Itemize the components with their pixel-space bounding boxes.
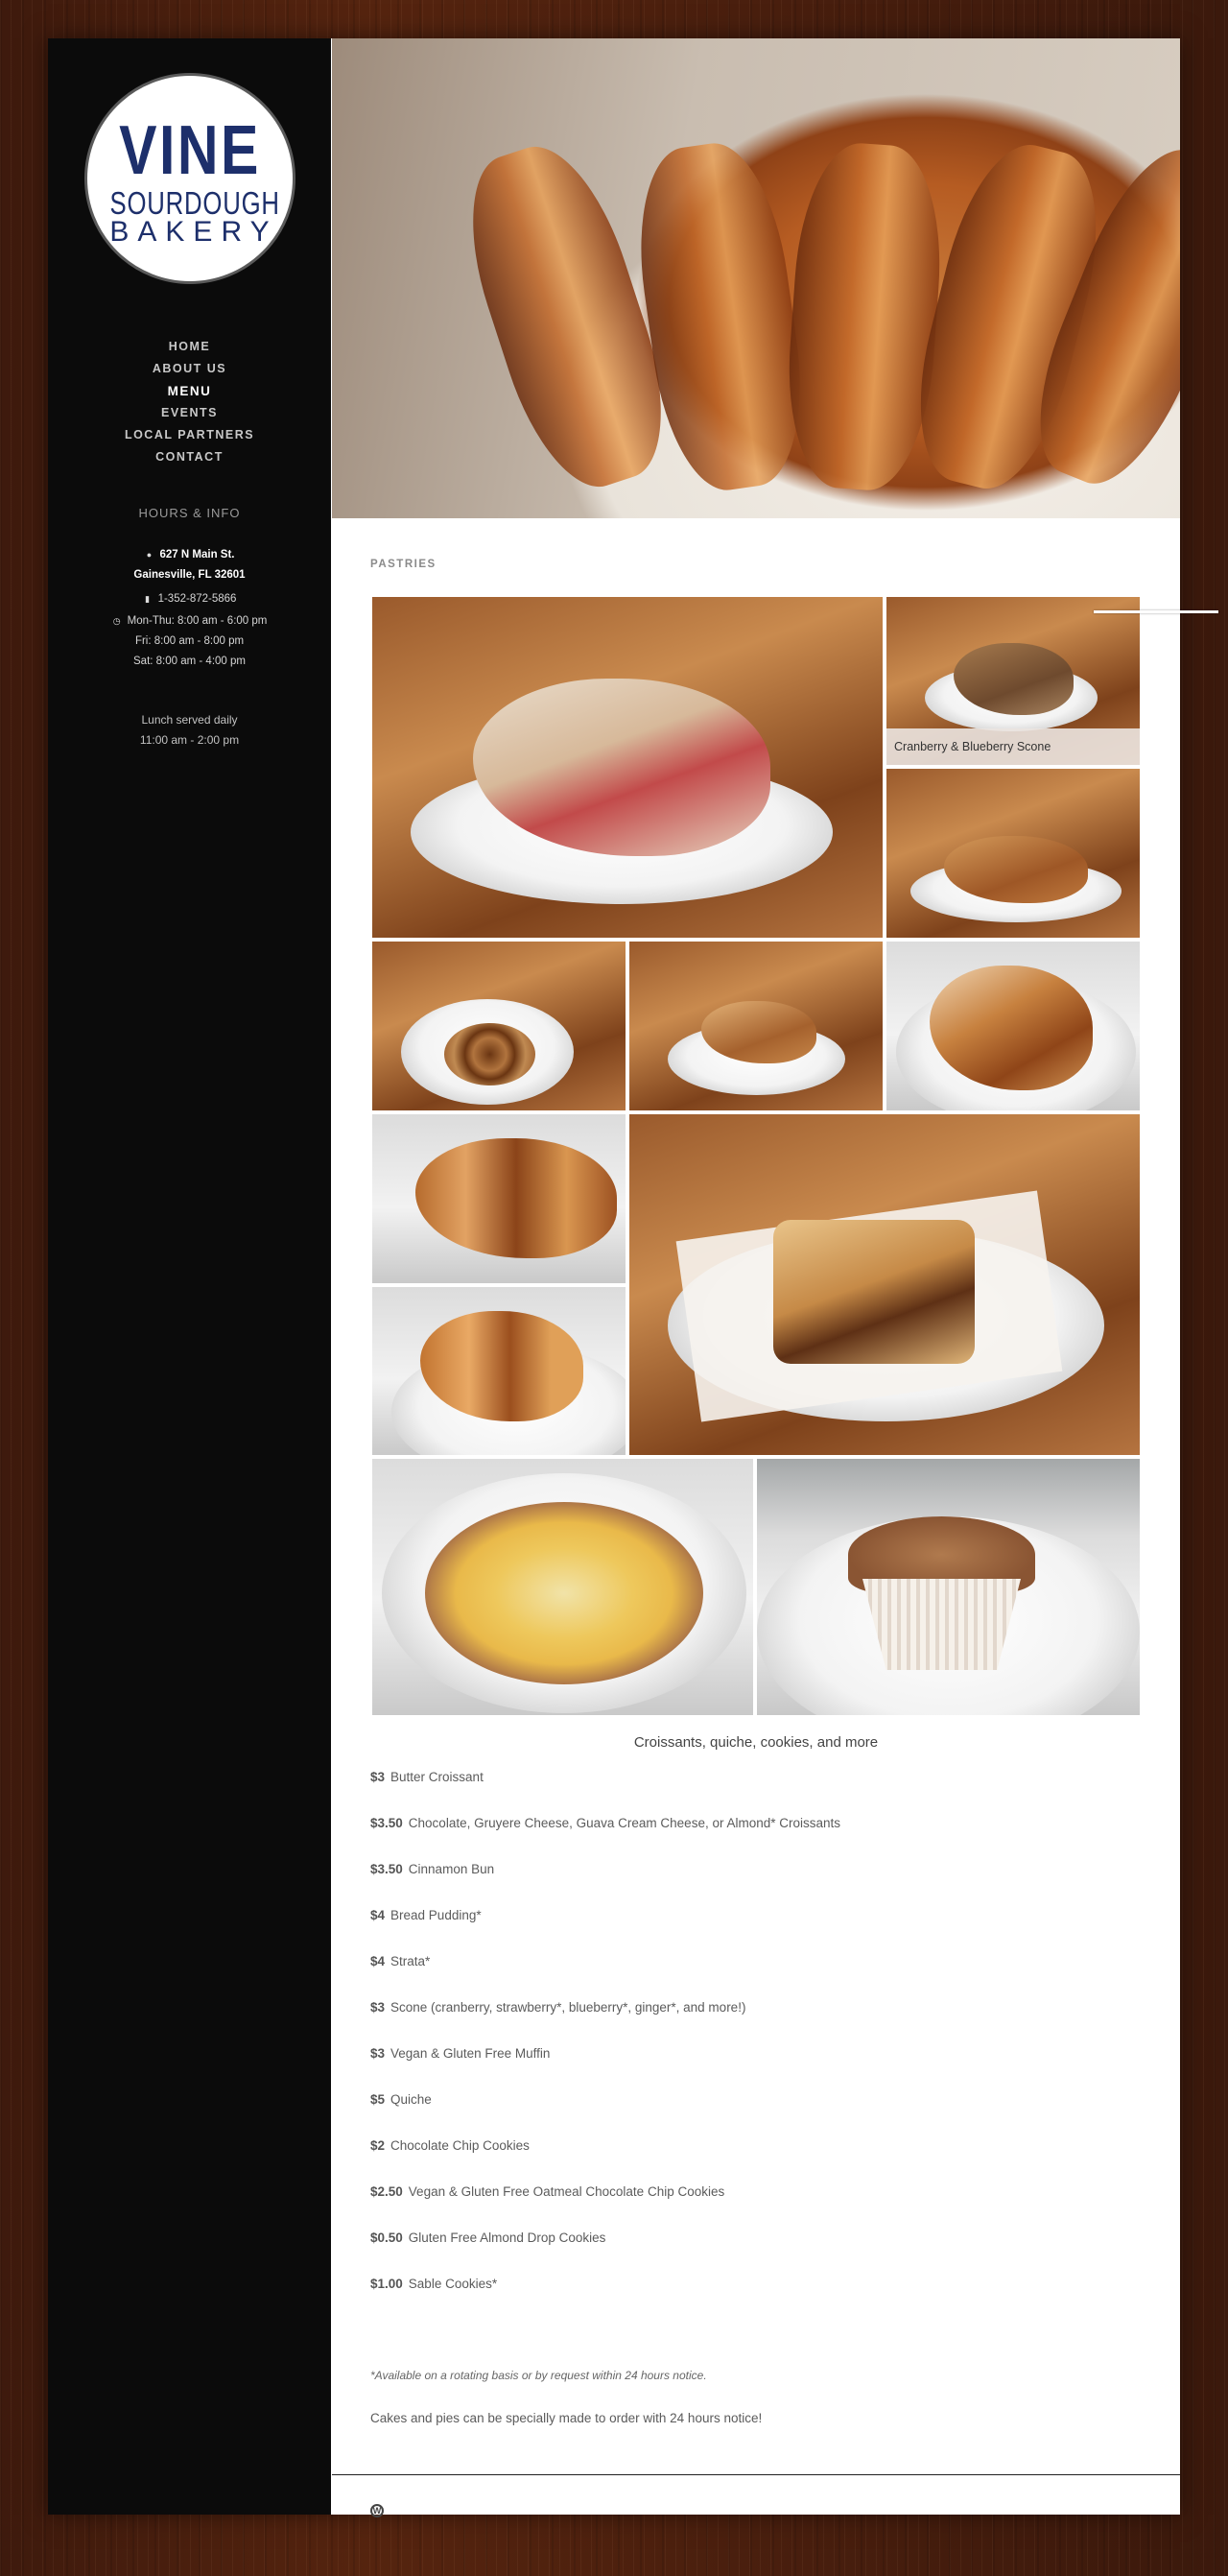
menu-name: Scone (cranberry, strawberry*, blueberry… (390, 2000, 746, 2015)
nav-about-us[interactable]: ABOUT US (48, 358, 331, 380)
gallery-image-almond-croissant[interactable] (886, 942, 1140, 1110)
availability-footnote: *Available on a rotating basis or by req… (370, 2369, 707, 2382)
menu-price: $3.50 (370, 1816, 403, 1830)
gallery-image-strata[interactable] (372, 597, 883, 938)
nav-contact[interactable]: CONTACT (48, 446, 331, 468)
menu-price: $4 (370, 1908, 386, 1922)
menu-price: $5 (370, 2092, 386, 2107)
menu-item: $4 Strata* (370, 1952, 1157, 1998)
menu-price: $4 (370, 1954, 386, 1968)
gallery-image-quiche[interactable] (372, 1459, 753, 1715)
menu-price: $3 (370, 2000, 386, 2015)
lunch-line: Lunch served daily (141, 713, 238, 727)
map-pin-icon: ● (146, 550, 153, 560)
bread-pudding-slice (773, 1220, 975, 1364)
site-logo[interactable]: VINE SOURDOUGH BAKERY (84, 73, 295, 284)
menu-price: $2 (370, 2138, 386, 2153)
menu-name: Quiche (390, 2092, 432, 2107)
menu-name: Vegan & Gluten Free Muffin (390, 2046, 551, 2061)
gallery-caption: Croissants, quiche, cookies, and more (633, 1734, 879, 1751)
page-frame: VINE SOURDOUGH BAKERY HOME ABOUT US MENU… (48, 38, 1180, 2517)
main-nav: HOME ABOUT US MENU EVENTS LOCAL PARTNERS… (48, 336, 331, 468)
menu-name: Gluten Free Almond Drop Cookies (408, 2230, 606, 2245)
menu-item: $3.50 Chocolate, Gruyere Cheese, Guava Cr… (370, 1814, 1157, 1860)
hours-block: ◷ Mon-Thu: 8:00 am - 6:00 pm Fri: 8:00 am… (48, 611, 331, 672)
lunch-info: Lunch served daily 11:00 am - 2:00 pm (48, 710, 331, 751)
nav-events[interactable]: EVENTS (48, 402, 331, 424)
hero-croissant-image (332, 38, 1180, 518)
address-block: ● 627 N Main St. Gainesville, FL 32601 (48, 545, 331, 585)
gallery-image-cinnamon-bun[interactable] (372, 942, 626, 1110)
menu-item: $3 Butter Croissant (370, 1768, 1157, 1814)
menu-item: $2 Chocolate Chip Cookies (370, 2136, 1157, 2182)
footer-divider (332, 2474, 1180, 2475)
gallery-image-pastry-plate[interactable] (629, 942, 883, 1110)
gallery-image-muffin[interactable] (757, 1459, 1140, 1715)
gallery-image-butter-croissant[interactable] (372, 1287, 626, 1455)
sidebar: VINE SOURDOUGH BAKERY HOME ABOUT US MENU… (48, 38, 331, 2515)
address-city: Gainesville, FL 32601 (133, 569, 246, 581)
logo-line-sourdough: SOURDOUGH (109, 185, 280, 221)
muffin-wrapper (862, 1579, 1021, 1670)
menu-name: Cinnamon Bun (408, 1862, 495, 1876)
gallery-image-chocolate-croissant[interactable] (886, 769, 1140, 938)
custom-order-note: Cakes and pies can be specially made to … (370, 2411, 763, 2425)
menu-price: $2.50 (370, 2184, 403, 2199)
menu-price: $3 (370, 2046, 386, 2061)
menu-item: $3 Scone (cranberry, strawberry*, blueber… (370, 1998, 1157, 2044)
cinnamon-bun (444, 1023, 535, 1085)
menu-name: Bread Pudding* (390, 1908, 482, 1922)
section-title: PASTRIES (370, 559, 437, 570)
menu-name: Sable Cookies* (408, 2277, 498, 2291)
lunch-hours: 11:00 am - 2:00 pm (139, 733, 240, 747)
menu-name: Chocolate, Gruyere Cheese, Guava Cream C… (408, 1816, 841, 1830)
gallery-image-croissant-side[interactable] (372, 1114, 626, 1283)
logo-line-vine: VINE (119, 112, 261, 189)
menu-item: $3.50 Cinnamon Bun (370, 1860, 1157, 1906)
phone-icon: ▮ (145, 594, 151, 604)
logo-line-bakery: BAKERY (109, 216, 278, 248)
hours-line: Sat: 8:00 am - 4:00 pm (133, 656, 246, 667)
croissant (415, 1138, 617, 1258)
hours-line: Mon-Thu: 8:00 am - 6:00 pm (127, 615, 268, 627)
menu-name: Vegan & Gluten Free Oatmeal Chocolate Ch… (408, 2184, 725, 2199)
gallery-caption-scone: Cranberry & Blueberry Scone (886, 728, 1140, 765)
menu-item: $3 Vegan & Gluten Free Muffin (370, 2044, 1157, 2090)
gallery-image-scone[interactable]: Cranberry & Blueberry Scone (886, 597, 1140, 765)
menu-item: $5 Quiche (370, 2090, 1157, 2136)
gallery-image-bread-pudding[interactable] (629, 1114, 1140, 1455)
address-street: 627 N Main St. (159, 549, 235, 561)
nav-local-partners[interactable]: LOCAL PARTNERS (48, 424, 331, 446)
hours-info-heading: HOURS & INFO (138, 506, 241, 520)
menu-price: $0.50 (370, 2230, 403, 2245)
menu-price: $3 (370, 1770, 386, 1784)
menu-item: $0.50 Gluten Free Almond Drop Cookies (370, 2229, 1157, 2275)
menu-price: $1.00 (370, 2277, 403, 2291)
menu-item: $1.00 Sable Cookies* (370, 2275, 1157, 2321)
menu-item: $4 Bread Pudding* (370, 1906, 1157, 1952)
nav-menu[interactable]: MENU (48, 380, 331, 402)
menu-price: $3.50 (370, 1862, 403, 1876)
croissant-ridge (780, 139, 949, 494)
clock-icon: ◷ (112, 616, 121, 626)
menu-item: $2.50 Vegan & Gluten Free Oatmeal Chocola… (370, 2182, 1157, 2229)
wordpress-icon[interactable]: W (370, 2504, 384, 2517)
menu-name: Butter Croissant (390, 1770, 484, 1784)
hours-line: Fri: 8:00 am - 8:00 pm (134, 635, 245, 647)
phone-number[interactable]: 1-352-872-5866 (158, 593, 237, 605)
nav-home[interactable]: HOME (48, 336, 331, 358)
phone-block: ▮ 1-352-872-5866 (48, 589, 331, 609)
quiche (425, 1502, 703, 1684)
menu-name: Strata* (390, 1954, 431, 1968)
slider-indicator (1094, 610, 1218, 613)
menu-list: $3 Butter Croissant $3.50 Chocolate, Gruye… (370, 1768, 1157, 2321)
menu-name: Chocolate Chip Cookies (390, 2138, 530, 2153)
